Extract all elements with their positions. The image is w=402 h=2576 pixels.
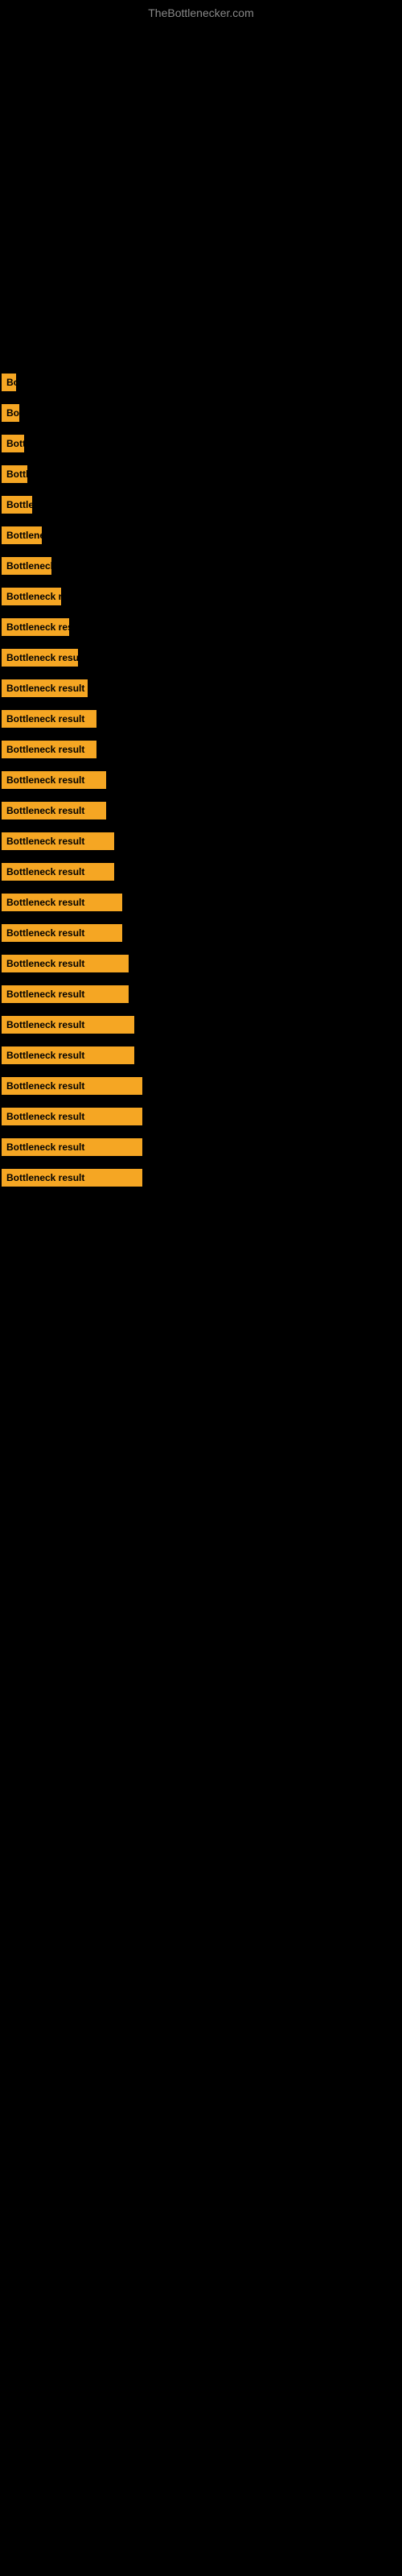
- list-item: Bottleneck result: [0, 1133, 402, 1161]
- list-item: Bottleneck result: [0, 1072, 402, 1100]
- bottleneck-label: Bottleneck result: [2, 741, 96, 758]
- list-item: Bottleneck result: [0, 583, 402, 610]
- bottleneck-label: Bottleneck result: [2, 771, 106, 789]
- bottleneck-label: Bottleneck result: [2, 374, 16, 391]
- list-item: Bottleneck result: [0, 460, 402, 488]
- bottleneck-label: Bottleneck result: [2, 924, 122, 942]
- list-item: Bottleneck result: [0, 613, 402, 641]
- list-item: Bottleneck result: [0, 1164, 402, 1191]
- bottleneck-label: Bottleneck result: [2, 863, 114, 881]
- list-item: Bottleneck result: [0, 705, 402, 733]
- bottleneck-label: Bottleneck result: [2, 526, 42, 544]
- list-item: Bottleneck result: [0, 369, 402, 396]
- list-item: Bottleneck result: [0, 399, 402, 427]
- list-item: Bottleneck result: [0, 644, 402, 671]
- bottleneck-label: Bottleneck result: [2, 465, 27, 483]
- list-item: Bottleneck result: [0, 1011, 402, 1038]
- list-item: Bottleneck result: [0, 552, 402, 580]
- bottleneck-label: Bottleneck result: [2, 496, 32, 514]
- bottleneck-label: Bottleneck result: [2, 1108, 142, 1125]
- list-item: Bottleneck result: [0, 919, 402, 947]
- list-item: Bottleneck result: [0, 522, 402, 549]
- list-item: Bottleneck result: [0, 491, 402, 518]
- list-item: Bottleneck result: [0, 828, 402, 855]
- bottleneck-label: Bottleneck result: [2, 1169, 142, 1187]
- bottleneck-label: Bottleneck result: [2, 649, 78, 667]
- bottleneck-label: Bottleneck result: [2, 802, 106, 819]
- bottleneck-label: Bottleneck result: [2, 955, 129, 972]
- list-item: Bottleneck result: [0, 797, 402, 824]
- bottleneck-label: Bottleneck result: [2, 1046, 134, 1064]
- bottleneck-label: Bottleneck result: [2, 894, 122, 911]
- list-item: Bottleneck result: [0, 766, 402, 794]
- list-item: Bottleneck result: [0, 675, 402, 702]
- list-item: Bottleneck result: [0, 430, 402, 457]
- list-item: Bottleneck result: [0, 1103, 402, 1130]
- list-item: Bottleneck result: [0, 950, 402, 977]
- bottleneck-label: Bottleneck result: [2, 985, 129, 1003]
- bottleneck-label: Bottleneck result: [2, 588, 61, 605]
- bottleneck-label: Bottleneck result: [2, 618, 69, 636]
- bottleneck-label: Bottleneck result: [2, 404, 19, 422]
- chart-area: [0, 23, 402, 361]
- bottleneck-label: Bottleneck result: [2, 1138, 142, 1156]
- list-item: Bottleneck result: [0, 889, 402, 916]
- bottleneck-label: Bottleneck result: [2, 679, 88, 697]
- site-title: TheBottlenecker.com: [0, 0, 402, 23]
- bottleneck-label: Bottleneck result: [2, 557, 51, 575]
- list-item: Bottleneck result: [0, 980, 402, 1008]
- bottleneck-label: Bottleneck result: [2, 1077, 142, 1095]
- list-item: Bottleneck result: [0, 858, 402, 886]
- list-item: Bottleneck result: [0, 1042, 402, 1069]
- bottleneck-label: Bottleneck result: [2, 832, 114, 850]
- bottleneck-items-container: Bottleneck result Bottleneck result Bottle…: [0, 361, 402, 1203]
- bottleneck-label: Bottleneck result: [2, 710, 96, 728]
- bottleneck-label: Bottleneck result: [2, 1016, 134, 1034]
- bottleneck-label: Bottleneck result: [2, 435, 24, 452]
- list-item: Bottleneck result: [0, 736, 402, 763]
